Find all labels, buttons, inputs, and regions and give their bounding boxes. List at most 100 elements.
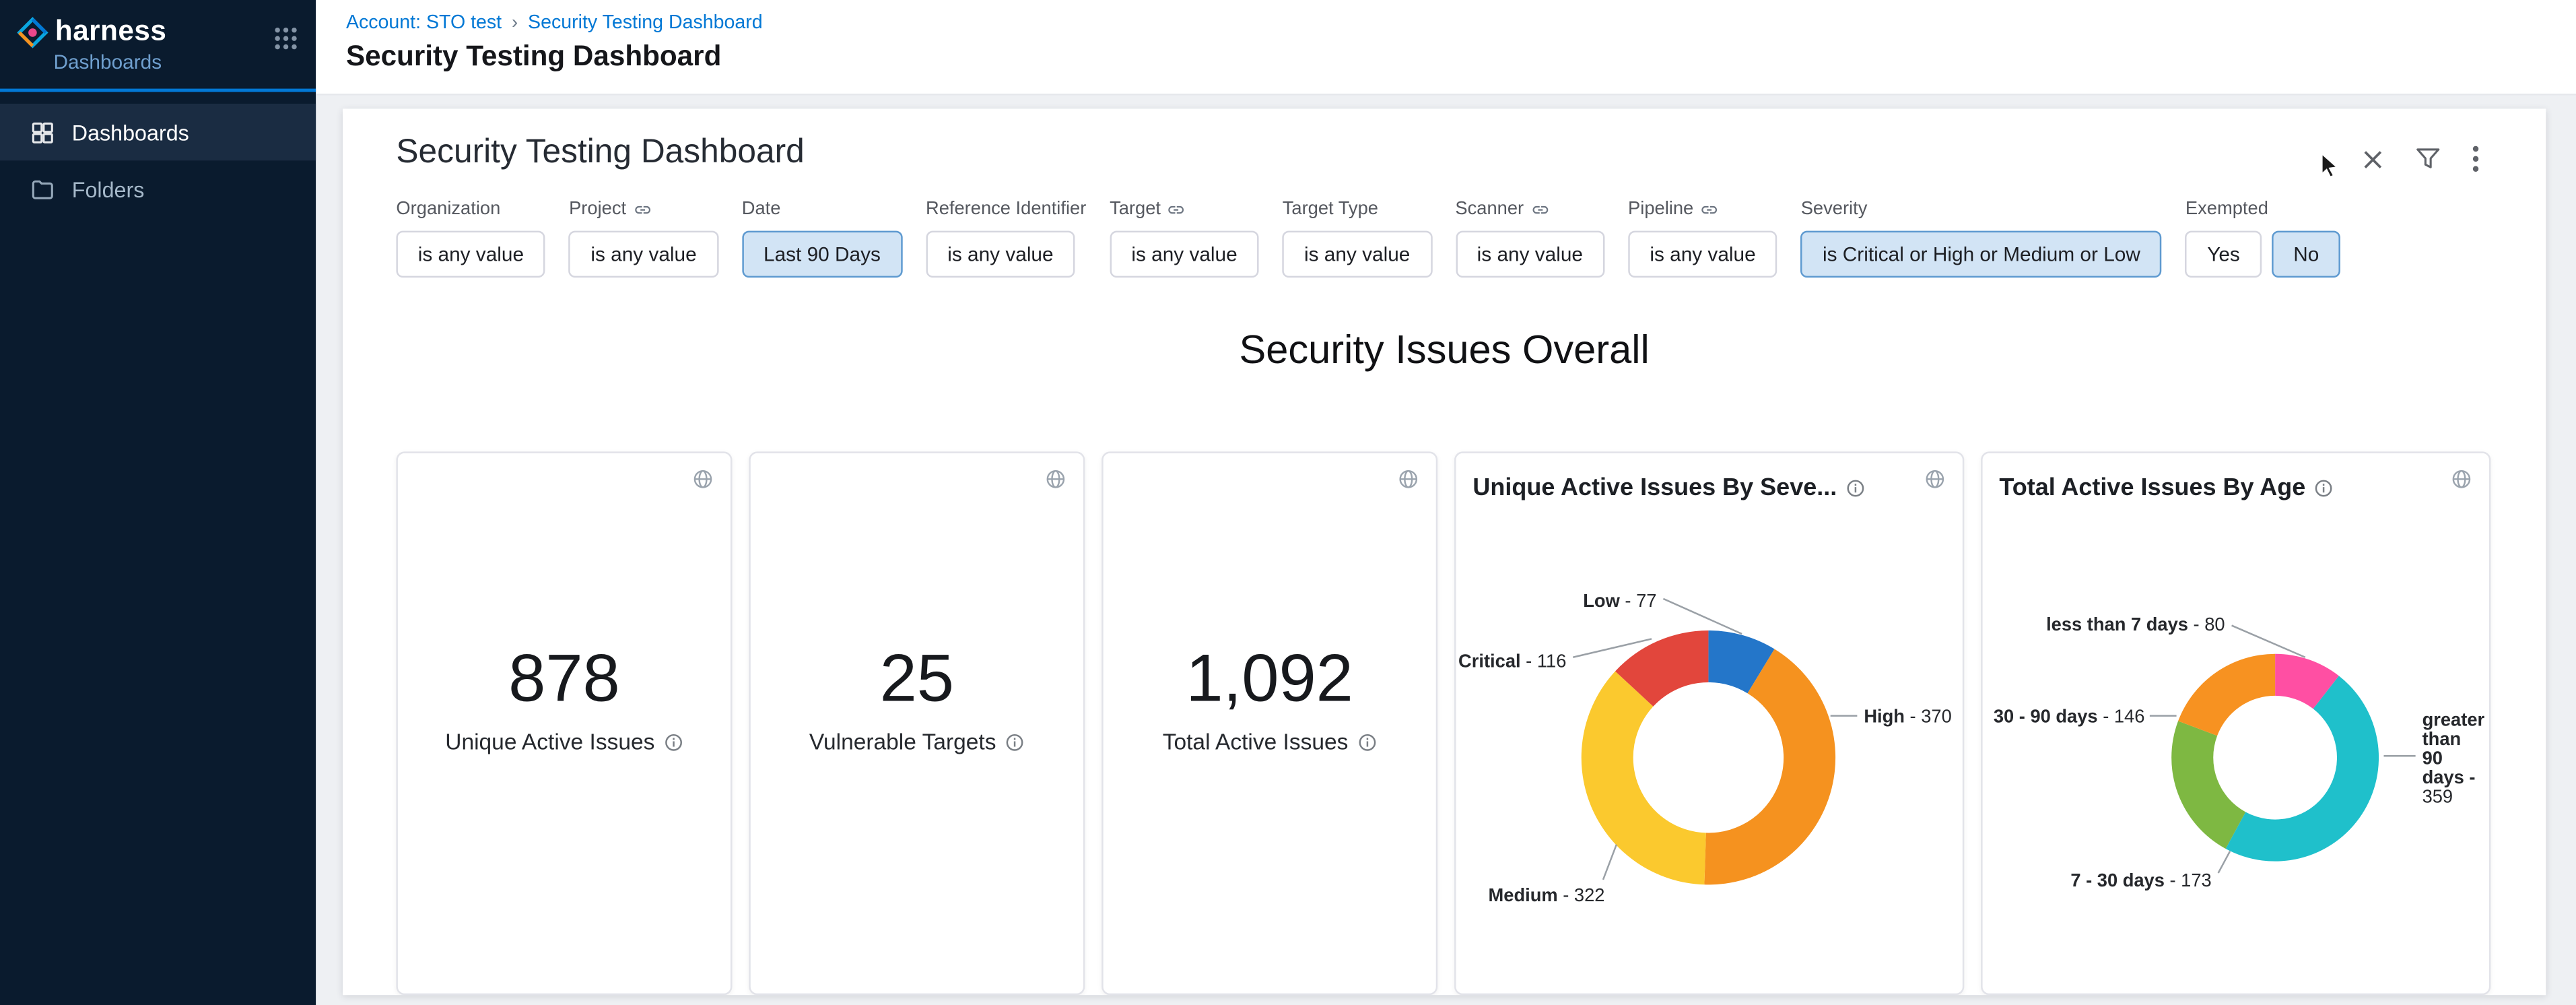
filter-button-group: YesNo: [2185, 231, 2341, 278]
link-icon: [1530, 201, 1549, 219]
filter-value-target[interactable]: is any value: [1110, 231, 1259, 278]
filter-date: Date Last 90 Days: [742, 199, 902, 278]
globe-icon[interactable]: [1398, 468, 1419, 490]
filter-value-pipeline[interactable]: is any value: [1628, 231, 1777, 278]
filter-target: Target is any value: [1110, 199, 1259, 278]
filter-project: Project is any value: [569, 199, 718, 278]
filter-label: Exempted: [2185, 199, 2341, 220]
stat-label: Total Active Issues: [1163, 730, 1377, 754]
globe-icon[interactable]: [692, 468, 714, 490]
filter-label: Target Type: [1283, 199, 1432, 220]
filter-label: Date: [742, 199, 902, 220]
info-icon[interactable]: [2314, 478, 2334, 498]
sidebar-item-folders[interactable]: Folders: [0, 160, 316, 217]
dashboard-canvas: Security Testing Dashboard: [343, 108, 2546, 995]
slice-label: Critical - 116: [1458, 651, 1566, 672]
dashboard-toolbar: [2362, 145, 2479, 172]
breadcrumb-dashboard[interactable]: Security Testing Dashboard: [528, 13, 763, 34]
filter-value-severity[interactable]: is Critical or High or Medium or Low: [1801, 231, 2162, 278]
link-icon: [1700, 201, 1718, 219]
harness-logo[interactable]: [17, 16, 48, 48]
stat-tile-unique-active-issues: 878 Unique Active Issues: [396, 451, 732, 995]
filter-label: Scanner: [1455, 199, 1604, 220]
donut-chart[interactable]: less than 7 days - 80greaterthan90days -…: [1983, 453, 2493, 995]
filter-icon[interactable]: [2416, 147, 2441, 170]
callout-line: [2218, 851, 2230, 873]
filter-label: Organization: [396, 199, 545, 220]
callout-line: [1603, 845, 1617, 880]
filter-value-target-type[interactable]: is any value: [1283, 231, 1432, 278]
app-root: harness Dashboards Dashboards Folders Acc…: [0, 0, 2576, 1005]
filter-reference-identifier: Reference Identifier is any value: [926, 199, 1086, 278]
filter-value-project[interactable]: is any value: [569, 231, 718, 278]
filter-target-type: Target Type is any value: [1283, 199, 1432, 278]
info-icon[interactable]: [1357, 732, 1377, 752]
main-area: Security Testing Dashboard: [316, 96, 2576, 1005]
chart-title: Unique Active Issues By Seve...: [1456, 453, 1963, 502]
filter-value-organization[interactable]: is any value: [396, 231, 545, 278]
slice-label: Low - 77: [1583, 590, 1656, 611]
filter-label: Reference Identifier: [926, 199, 1086, 220]
callout-line: [2232, 626, 2305, 657]
donut-slice-high[interactable]: [1704, 649, 1835, 885]
stat-value: 1,092: [1186, 642, 1353, 715]
sidebar-nav: Dashboards Folders: [0, 92, 316, 218]
dashboards-icon: [30, 120, 55, 145]
page-title: Security Testing Dashboard: [316, 34, 2576, 74]
filter-value-date[interactable]: Last 90 Days: [742, 231, 902, 278]
stat-label: Vulnerable Targets: [809, 730, 1025, 754]
filter-value-scanner[interactable]: is any value: [1455, 231, 1604, 278]
donut-chart[interactable]: Low - 77 High - 370 Medium - 322 Critical -…: [1456, 453, 1966, 995]
filter-option-no[interactable]: No: [2272, 231, 2341, 278]
breadcrumb-account[interactable]: Account: STO test: [346, 13, 502, 34]
link-icon: [1167, 201, 1186, 219]
filter-bar: Organization is any value Project is any va…: [396, 199, 2492, 278]
globe-icon[interactable]: [1045, 468, 1066, 490]
folder-icon: [30, 176, 55, 201]
donut-slice-medium[interactable]: [1582, 671, 1706, 884]
stat-label: Unique Active Issues: [445, 730, 683, 754]
callout-line: [1663, 599, 1742, 634]
filter-scanner: Scanner is any value: [1455, 199, 1604, 278]
chart-title: Total Active Issues By Age: [1983, 453, 2489, 502]
dashboard-title: Security Testing Dashboard: [396, 132, 2492, 172]
sidebar-item-label: Folders: [72, 176, 145, 201]
filter-label: Pipeline: [1628, 199, 1777, 220]
sidebar-header: harness Dashboards: [0, 0, 316, 92]
tiles-row: 878 Unique Active Issues 25Vulnerable Targ…: [396, 451, 2492, 995]
filter-value-reference-identifier[interactable]: is any value: [926, 231, 1075, 278]
info-icon[interactable]: [663, 732, 683, 752]
slice-label: Medium - 322: [1489, 884, 1605, 905]
slice-label: High - 370: [1864, 706, 1951, 727]
sidebar-item-dashboards[interactable]: Dashboards: [0, 104, 316, 160]
filter-option-yes[interactable]: Yes: [2185, 231, 2262, 278]
stat-value: 878: [508, 642, 620, 715]
donut-slice-7-30-days[interactable]: [2171, 721, 2245, 849]
kebab-menu-icon[interactable]: [2472, 145, 2479, 172]
chart-tile-total-active-issues-by-age: Total Active Issues By Ageless than 7 da…: [1981, 451, 2490, 995]
chart-tile-unique-active-issues-by-severity: Unique Active Issues By Seve... Low - 77 H…: [1454, 451, 1964, 995]
filter-label: Target: [1110, 199, 1259, 220]
brand-name[interactable]: harness: [55, 15, 166, 48]
slice-label: less than 7 days - 80: [2046, 614, 2225, 635]
filter-label: Project: [569, 199, 718, 220]
slice-label: 30 - 90 days - 146: [1994, 706, 2145, 727]
breadcrumb: Account: STO test › Security Testing Das…: [316, 0, 2576, 34]
filter-severity: Severity is Critical or High or Medium or…: [1801, 199, 2162, 278]
filter-label: Severity: [1801, 199, 2162, 220]
info-icon[interactable]: [1845, 478, 1866, 498]
section-title: Security Issues Overall: [396, 328, 2492, 375]
sidebar: harness Dashboards Dashboards Folders: [0, 0, 316, 1005]
brand-row: harness: [17, 15, 296, 48]
stat-tile-total-active-issues: 1,092 Total Active Issues: [1101, 451, 1437, 995]
filter-organization: Organization is any value: [396, 199, 545, 278]
close-icon[interactable]: [2362, 148, 2383, 170]
donut-slice-30-90-days[interactable]: [2178, 654, 2275, 736]
top-header: Account: STO test › Security Testing Das…: [316, 0, 2576, 96]
module-label: Dashboards: [53, 50, 296, 73]
info-icon[interactable]: [1005, 732, 1025, 752]
donut-slice-greater-than-90-days[interactable]: [2226, 676, 2379, 861]
breadcrumb-separator-icon: ›: [512, 13, 518, 34]
stat-tile-vulnerable-targets: 25Vulnerable Targets: [749, 451, 1085, 995]
apps-grid-icon[interactable]: [274, 27, 298, 51]
